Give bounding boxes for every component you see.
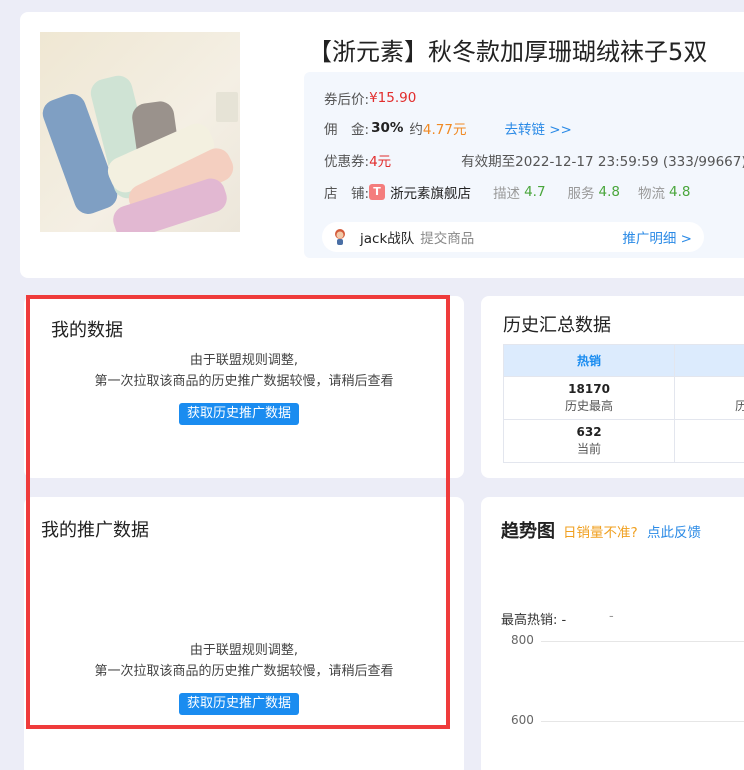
package-box	[216, 92, 238, 122]
table-cell	[674, 419, 744, 463]
my-data-card: 我的数据 由于联盟规则调整, 第一次拉取该商品的历史推广数据较慢，请稍后查看 获…	[24, 296, 464, 478]
promo-detail-link[interactable]: 推广明细 >	[622, 227, 692, 247]
grid-line	[541, 721, 744, 722]
coupon-label: 优惠券:	[324, 154, 370, 170]
avatar	[332, 228, 348, 246]
history-max-label: 历史最高	[565, 399, 614, 413]
price-row: 券后价: ¥15.90	[324, 88, 416, 108]
my-promo-notice: 由于联盟规则调整, 第一次拉取该商品的历史推广数据较慢，请稍后查看	[24, 640, 464, 682]
coupon-validity: 有效期至2022-12-17 23:59:59 (333/99667)	[461, 154, 744, 170]
notice-line-1: 由于联盟规则调整,	[189, 643, 299, 658]
feedback-link[interactable]: 点此反馈	[647, 521, 701, 541]
grid-line	[541, 641, 744, 642]
table-row: 632 当前	[502, 419, 744, 463]
table-cell-label: 历	[735, 399, 744, 413]
rating-desc-label: 描述	[493, 186, 521, 202]
commission-label: 佣 金:	[324, 122, 370, 138]
shop-name[interactable]: 浙元素旗舰店	[390, 182, 471, 202]
info-panel: 券后价: ¥15.90 佣 金: 30% 约 4.77元 去转链 >> 优惠券:…	[304, 72, 744, 258]
table-cell: 632 当前	[502, 419, 676, 463]
max-hot-dash: -	[609, 609, 614, 624]
rating-service-value: 4.8	[598, 184, 621, 200]
convert-link[interactable]: 去转链 >>	[504, 118, 571, 138]
table-cell-value	[675, 381, 744, 398]
fetch-history-button[interactable]: 获取历史推广数据	[179, 693, 300, 715]
notice-line-2: 第一次拉取该商品的历史推广数据较慢，请稍后查看	[94, 664, 394, 679]
header-empty	[674, 344, 744, 377]
commission-row: 佣 金: 30% 约 4.77元 去转链 >>	[324, 118, 572, 138]
commission-approx: 约	[409, 122, 423, 138]
product-title[interactable]: 【浙元素】秋冬款加厚珊瑚绒袜子5双	[308, 32, 707, 67]
trend-card: 趋势图 日销量不准? 点此反馈 最高热销: - - 800 600	[481, 497, 744, 770]
history-title: 历史汇总数据	[503, 315, 611, 336]
commission-rate: 30%	[371, 120, 404, 136]
team-bar: jack战队 提交商品 推广明细 >	[322, 222, 704, 252]
product-image[interactable]	[40, 32, 240, 232]
max-hot-label: 最高热销:	[501, 613, 558, 628]
commission-amount: 4.77元	[422, 122, 467, 138]
table-cell: 18170 历史最高	[502, 376, 676, 420]
table-cell: 历	[674, 376, 744, 420]
y-tick: 600	[511, 713, 534, 727]
tmall-icon: T	[369, 184, 386, 200]
current-label: 当前	[577, 442, 602, 456]
fetch-history-button[interactable]: 获取历史推广数据	[179, 403, 300, 425]
summary-table: 热销 18170 历史最高 历 632 当前	[502, 344, 744, 463]
shop-row: 店 铺: T 浙元素旗舰店 描述 4.7 服务 4.8 物流 4.8	[324, 182, 691, 202]
max-hot-value: -	[561, 613, 567, 628]
current-value: 632	[576, 425, 602, 439]
my-data-title: 我的数据	[51, 320, 123, 341]
team-action: 提交商品	[420, 231, 475, 247]
shop-label: 店 铺:	[324, 186, 370, 202]
y-tick: 800	[511, 633, 534, 647]
notice-line-1: 由于联盟规则调整,	[189, 353, 299, 368]
notice-line-2: 第一次拉取该商品的历史推广数据较慢，请稍后查看	[94, 374, 394, 389]
price-value: ¥15.90	[369, 90, 417, 106]
my-promo-title: 我的推广数据	[41, 520, 149, 541]
team-name[interactable]: jack战队	[360, 227, 414, 247]
my-data-notice: 由于联盟规则调整, 第一次拉取该商品的历史推广数据较慢，请稍后查看	[24, 350, 464, 392]
coupon-row: 优惠券: 4元 有效期至2022-12-17 23:59:59 (333/996…	[324, 150, 744, 170]
coupon-value: 4元	[369, 154, 392, 170]
rating-logistics-label: 物流	[638, 186, 666, 202]
history-max-value: 18170	[568, 382, 610, 396]
price-label: 券后价:	[324, 92, 370, 108]
product-card: 【浙元素】秋冬款加厚珊瑚绒袜子5双 券后价: ¥15.90 佣 金: 30% 约…	[20, 12, 744, 278]
trend-title: 趋势图	[501, 521, 555, 542]
header-hot-sales[interactable]: 热销	[502, 344, 676, 377]
rating-service-label: 服务	[567, 186, 595, 202]
table-row: 18170 历史最高 历	[502, 376, 744, 420]
sales-warning: 日销量不准?	[563, 525, 638, 541]
rating-logistics-value: 4.8	[669, 184, 691, 200]
max-hot-sales: 最高热销: -	[501, 609, 566, 628]
rating-desc-value: 4.7	[524, 184, 546, 200]
history-summary-card: 历史汇总数据 热销 18170 历史最高 历 632 当前	[481, 296, 744, 478]
my-promo-card: 我的推广数据 由于联盟规则调整, 第一次拉取该商品的历史推广数据较慢，请稍后查看…	[24, 497, 464, 770]
